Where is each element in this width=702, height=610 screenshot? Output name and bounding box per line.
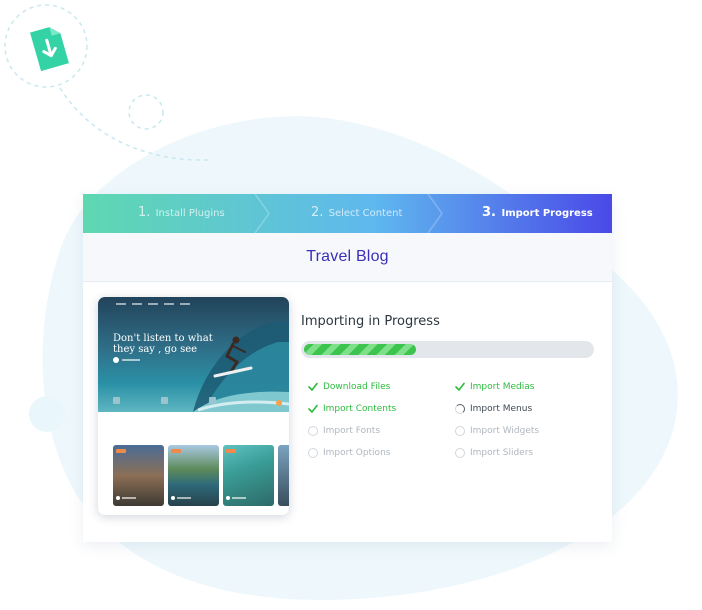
check-icon xyxy=(308,382,318,391)
task-label: Import Fonts xyxy=(323,426,381,436)
task-label: Import Options xyxy=(323,448,391,458)
check-icon xyxy=(455,382,465,391)
demo-preview-thumbnail: Don't listen to what they say , go see xyxy=(98,297,289,515)
empty-circle-icon xyxy=(308,426,318,436)
task-label: Import Medias xyxy=(470,382,535,392)
step-install-plugins[interactable]: 1. Install Plugins xyxy=(138,205,225,220)
import-wizard-card: 1. Install Plugins 2. Select Content 3. … xyxy=(83,194,612,542)
task-label: Import Sliders xyxy=(470,448,534,458)
import-progress-bar xyxy=(301,341,594,358)
demo-title-bar: Travel Blog xyxy=(83,233,612,282)
scroll-button xyxy=(276,400,282,406)
step-number: 2. xyxy=(311,205,324,220)
preview-hero-heading: Don't listen to what they say , go see xyxy=(113,333,213,355)
empty-circle-icon xyxy=(308,448,318,458)
task-label: Download Files xyxy=(323,382,391,392)
task-label: Import Menus xyxy=(470,404,533,414)
featured-post-thumb xyxy=(161,397,201,409)
demo-title: Travel Blog xyxy=(306,248,389,265)
preview-nav xyxy=(110,301,190,306)
preview-hero: Don't listen to what they say , go see xyxy=(98,297,289,412)
step-number: 3. xyxy=(482,205,496,220)
step-label: Install Plugins xyxy=(155,208,225,219)
author-name-placeholder xyxy=(122,359,140,361)
task-label: Import Widgets xyxy=(470,426,540,436)
step-number: 1. xyxy=(138,205,151,220)
step-label: Select Content xyxy=(328,208,403,219)
featured-post-thumb xyxy=(209,397,249,409)
step-select-content[interactable]: 2. Select Content xyxy=(311,205,402,220)
progress-title: Importing in Progress xyxy=(301,314,440,329)
featured-post-thumb xyxy=(113,397,153,409)
destination-card xyxy=(113,445,164,506)
loading-spinner-icon xyxy=(455,404,465,414)
step-label: Import Progress xyxy=(501,208,593,219)
step-import-progress[interactable]: 3. Import Progress xyxy=(482,205,593,220)
empty-circle-icon xyxy=(455,426,465,436)
destination-card xyxy=(278,445,289,506)
author-avatar xyxy=(113,357,119,363)
task-label: Import Contents xyxy=(323,404,397,414)
destination-card xyxy=(223,445,274,506)
check-icon xyxy=(308,404,318,413)
progress-bar-fill xyxy=(304,344,416,355)
wizard-steps: 1. Install Plugins 2. Select Content 3. … xyxy=(83,194,612,233)
download-document-icon xyxy=(30,27,69,72)
destination-card xyxy=(168,445,219,506)
empty-circle-icon xyxy=(455,448,465,458)
